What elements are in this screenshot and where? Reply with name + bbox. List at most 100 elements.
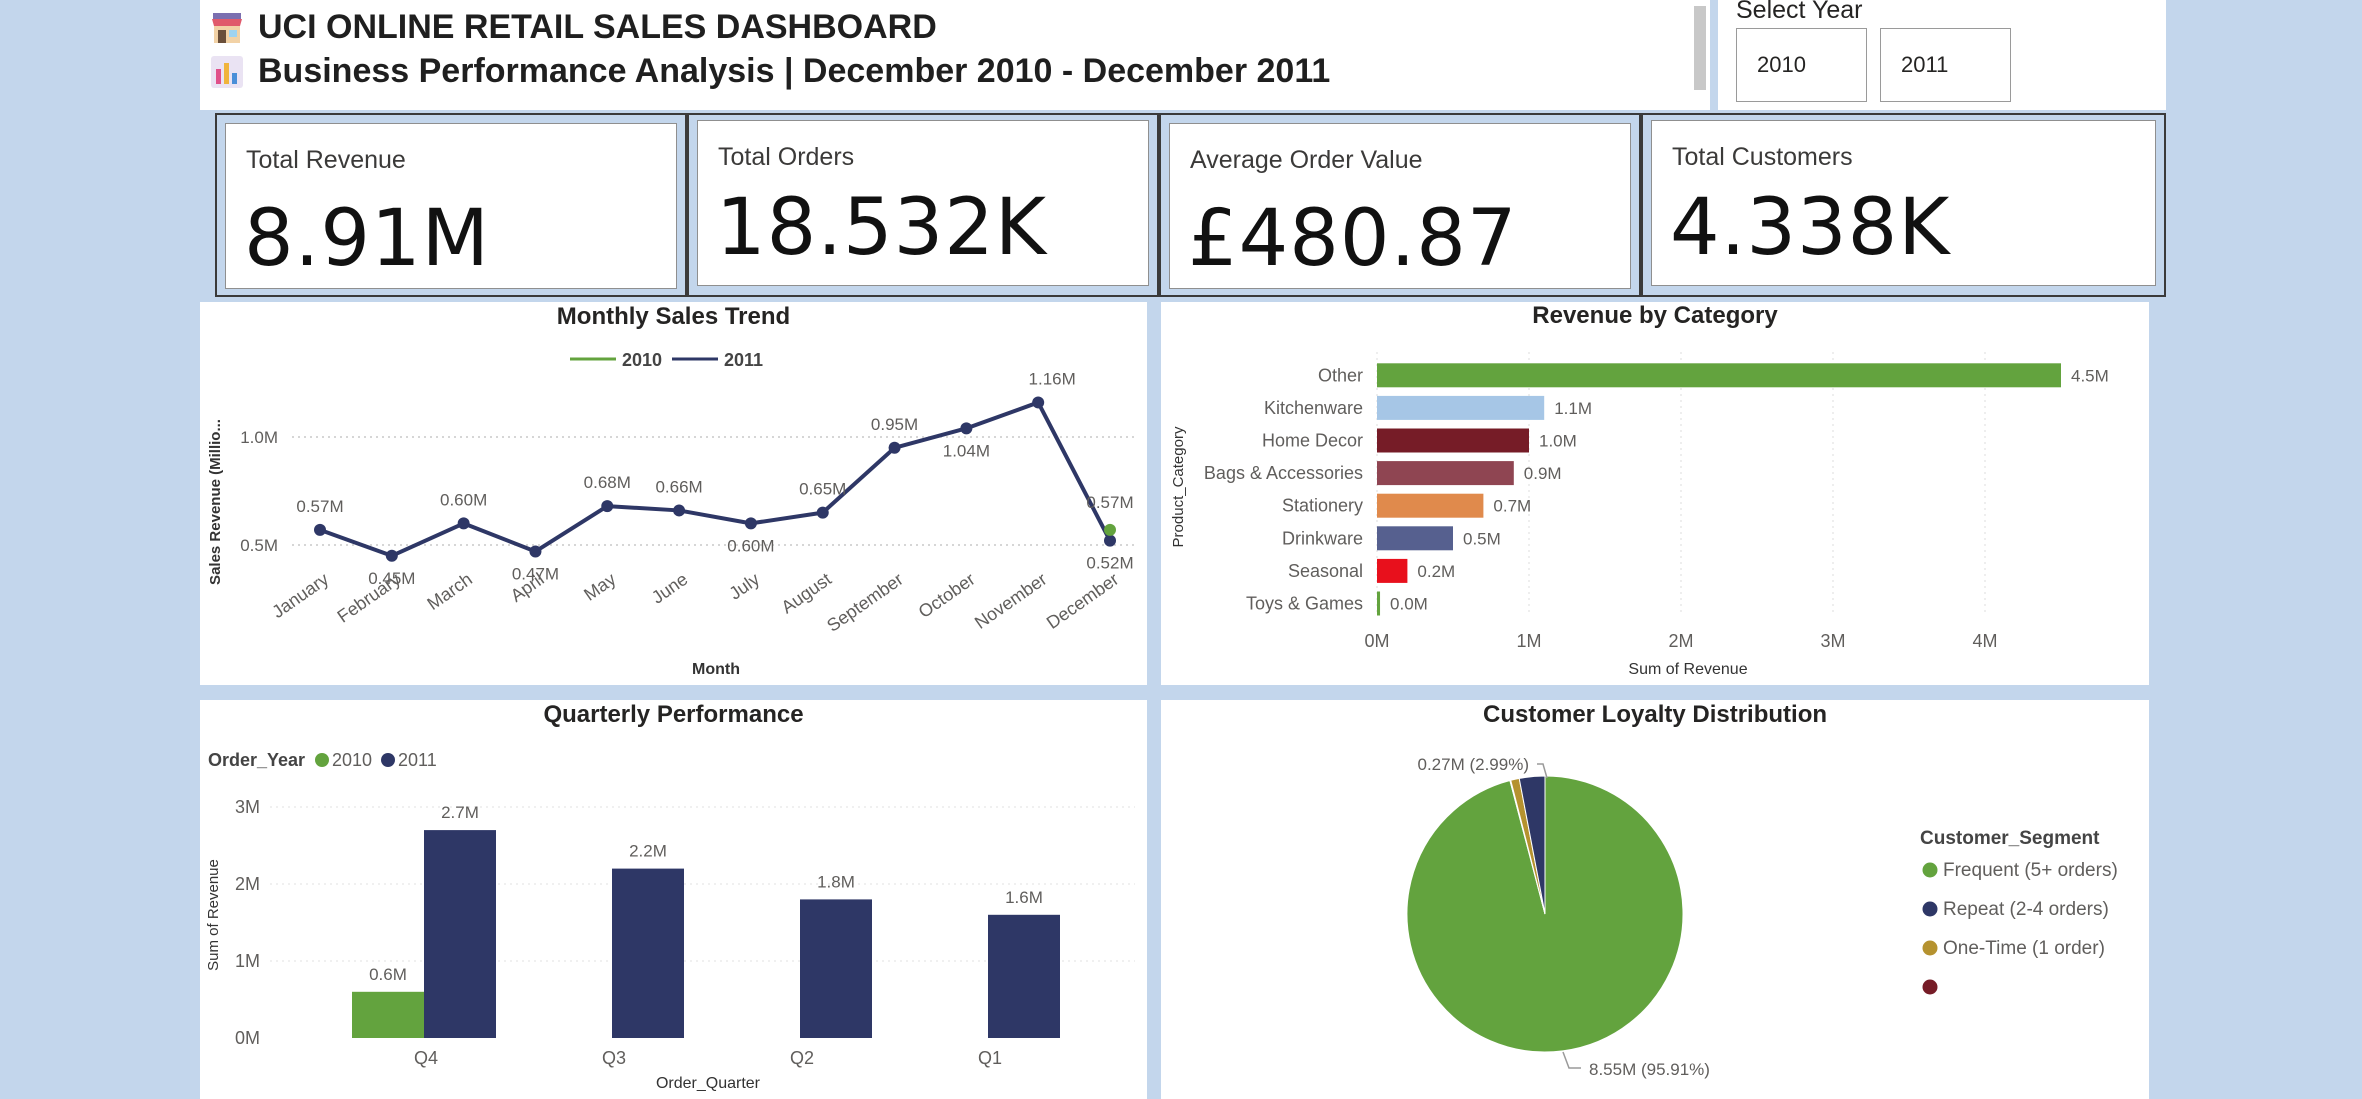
pie-data-label: 0.27M (2.99%) bbox=[1418, 755, 1530, 774]
data-point-2011 bbox=[673, 504, 686, 517]
kpi-value: 4.338K bbox=[1670, 183, 1951, 273]
bar-value-label: 0.0M bbox=[1390, 595, 1428, 614]
bar-value-label: 0.5M bbox=[1463, 529, 1501, 548]
data-label-2011: 0.45M bbox=[368, 569, 415, 588]
legend-swatch-2011 bbox=[381, 753, 395, 767]
category-label: Stationery bbox=[1282, 496, 1363, 516]
data-label-2011: 0.60M bbox=[440, 490, 487, 509]
header-scrollbar[interactable] bbox=[1694, 6, 1706, 90]
header-panel: UCI ONLINE RETAIL SALES DASHBOARD Busine… bbox=[200, 0, 1710, 110]
data-point-2011 bbox=[888, 441, 901, 454]
data-label-2011: 0.68M bbox=[584, 473, 631, 492]
data-point-2011 bbox=[744, 517, 757, 530]
y-tick-label: 1.0M bbox=[240, 428, 278, 447]
kpi-label: Total Orders bbox=[718, 143, 855, 171]
x-tick-label: July bbox=[726, 569, 764, 604]
data-point-2011 bbox=[1104, 534, 1116, 547]
monthly-trend-panel[interactable]: Monthly Sales Trend 2010 2011 0.5M 1.0M Sale… bbox=[200, 302, 1147, 685]
data-label-2011: 1.04M bbox=[943, 441, 990, 460]
legend-label: Frequent (5+ orders) bbox=[1943, 860, 2118, 881]
y-tick-label: 2M bbox=[235, 874, 260, 894]
data-point-2011 bbox=[601, 500, 614, 513]
bar-value-label: 0.7M bbox=[1493, 497, 1531, 516]
bar-value-label: 1.8M bbox=[817, 872, 855, 891]
x-tick-label: November bbox=[971, 569, 1050, 633]
category-label: Other bbox=[1318, 365, 1363, 385]
bar-value-label: 4.5M bbox=[2071, 366, 2109, 385]
x-tick-label: 1M bbox=[1516, 631, 1541, 651]
bar-value-label: 2.2M bbox=[629, 842, 667, 861]
quarterly-panel[interactable]: Quarterly Performance Order_Year 2010 2011… bbox=[200, 700, 1147, 1099]
store-icon bbox=[210, 11, 244, 45]
data-point-2011 bbox=[1032, 396, 1045, 409]
y-axis-label: Sales Revenue (Millio... bbox=[207, 419, 224, 585]
legend-label-2010: 2010 bbox=[622, 350, 662, 370]
kpi-value: 18.532K bbox=[716, 183, 1048, 273]
x-tick-label: 3M bbox=[1820, 631, 1845, 651]
kpi-card-aov[interactable]: Average Order Value £480.87 bbox=[1169, 123, 1631, 289]
x-tick-label: June bbox=[648, 569, 691, 608]
kpi-card-revenue[interactable]: Total Revenue 8.91M bbox=[225, 123, 677, 289]
data-label-2011: 1.16M bbox=[1029, 369, 1076, 388]
kpi-card-orders[interactable]: Total Orders 18.532K bbox=[697, 120, 1149, 286]
kpi-frame-aov: Average Order Value £480.87 bbox=[1159, 113, 1641, 297]
x-tick-label: Q3 bbox=[602, 1048, 626, 1068]
data-label-2011: 0.60M bbox=[727, 536, 774, 555]
loyalty-panel[interactable]: Customer Loyalty Distribution 0.27M (2.9… bbox=[1161, 700, 2149, 1099]
leader-line bbox=[1562, 1051, 1581, 1069]
y-tick-label: 3M bbox=[235, 797, 260, 817]
chart-legend: 2010 2011 bbox=[570, 350, 763, 370]
x-tick-label: Q2 bbox=[790, 1048, 814, 1068]
category-label: Bags & Accessories bbox=[1204, 463, 1363, 483]
bar-value-label: 1.1M bbox=[1554, 399, 1592, 418]
dashboard-subtitle-text: Business Performance Analysis | December… bbox=[258, 52, 1331, 90]
y-tick-label: 1M bbox=[235, 951, 260, 971]
legend-label-2010: 2010 bbox=[332, 750, 372, 770]
legend-swatch bbox=[1922, 940, 1938, 956]
dashboard-subtitle: Business Performance Analysis | December… bbox=[210, 52, 1330, 91]
quarterly-chart: Order_Year 2010 2011 0M 1M 2M 3M Sum of Revenue… bbox=[205, 750, 1135, 1092]
slicer-title: Select Year bbox=[1736, 0, 1863, 24]
x-tick-label: September bbox=[823, 569, 907, 636]
category-label: Drinkware bbox=[1282, 528, 1363, 548]
category-label: Kitchenware bbox=[1264, 398, 1363, 418]
legend-label-2011: 2011 bbox=[724, 350, 763, 370]
kpi-frame-customers: Total Customers 4.338K bbox=[1641, 113, 2166, 297]
year-slicer-panel: Select Year 2010 2011 bbox=[1718, 0, 2166, 110]
x-tick-label: March bbox=[423, 569, 475, 614]
legend-swatch bbox=[1922, 979, 1938, 995]
data-point-2011 bbox=[314, 523, 326, 536]
x-tick-label: August bbox=[778, 569, 835, 618]
x-axis-label: Month bbox=[692, 661, 740, 678]
bar-chart-icon bbox=[210, 55, 244, 89]
category-label: Toys & Games bbox=[1246, 594, 1363, 614]
y-tick-label: 0.5M bbox=[240, 536, 278, 555]
kpi-label: Total Customers bbox=[1672, 143, 1853, 171]
legend-swatch bbox=[1922, 862, 1938, 878]
data-point-2011 bbox=[385, 549, 398, 562]
kpi-card-customers[interactable]: Total Customers 4.338K bbox=[1651, 120, 2156, 286]
data-label-2011: 0.65M bbox=[799, 480, 846, 499]
x-tick-label: 0M bbox=[1364, 631, 1389, 651]
legend-label: One-Time (1 order) bbox=[1943, 938, 2105, 959]
series-line-2011 bbox=[319, 400, 1112, 558]
kpi-value: 8.91M bbox=[244, 194, 490, 284]
category-label: Seasonal bbox=[1288, 561, 1363, 581]
y-axis-label: Sum of Revenue bbox=[205, 859, 222, 971]
x-tick-label: Q4 bbox=[414, 1048, 438, 1068]
category-panel[interactable]: Revenue by Category 0M 1M 2M 3M 4M Sum of Rev… bbox=[1161, 302, 2149, 685]
slicer-option-2011[interactable]: 2011 bbox=[1880, 28, 2011, 102]
x-tick-label: May bbox=[580, 569, 619, 605]
y-tick-label: 0M bbox=[235, 1028, 260, 1048]
bar-2011 bbox=[988, 914, 1060, 1038]
category-bar bbox=[1377, 591, 1381, 616]
x-axis-label: Sum of Revenue bbox=[1628, 661, 1747, 678]
bar-value-label: 0.6M bbox=[369, 965, 407, 984]
data-point-2010 bbox=[1104, 523, 1116, 536]
legend-title: Order_Year bbox=[208, 750, 305, 770]
slicer-option-2010[interactable]: 2010 bbox=[1736, 28, 1867, 102]
legend-label-2011: 2011 bbox=[398, 750, 437, 770]
category-label: Home Decor bbox=[1262, 431, 1363, 451]
x-tick-label: 2M bbox=[1668, 631, 1693, 651]
x-tick-label: 4M bbox=[1972, 631, 1997, 651]
